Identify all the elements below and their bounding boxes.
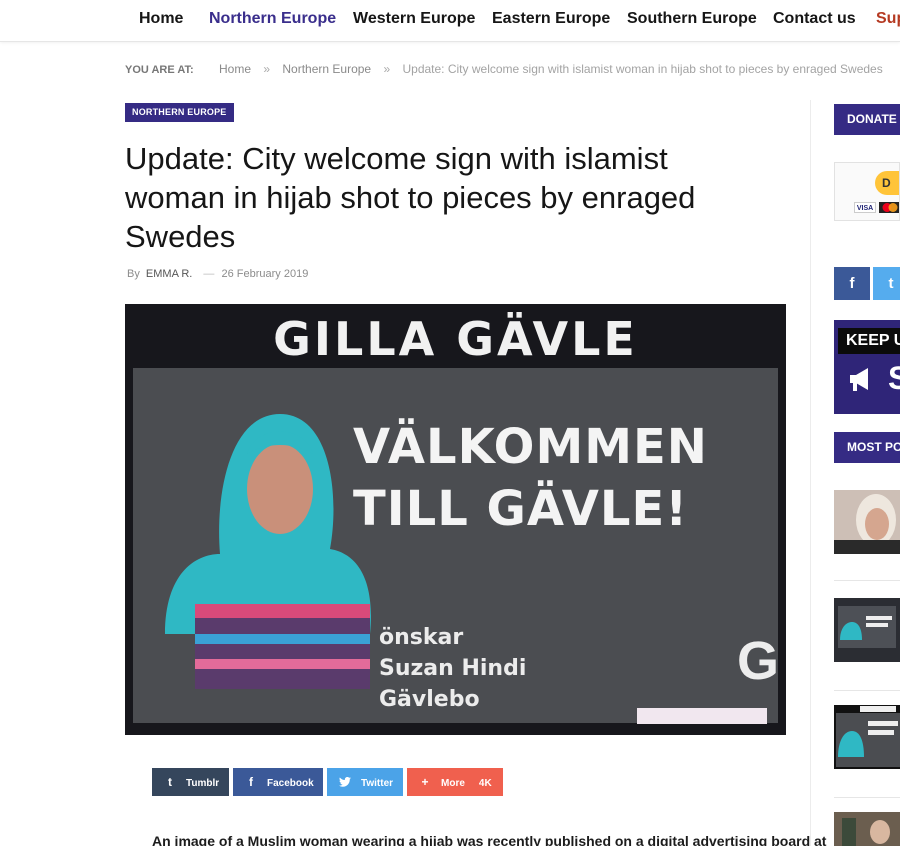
gavle-logo: G <box>737 631 780 691</box>
facebook-icon: f <box>849 275 855 292</box>
meta-dash: — <box>203 268 215 280</box>
breadcrumb: YOU ARE AT: Home » Northern Europe » Upd… <box>125 62 883 76</box>
paypal-donate-button[interactable]: D <box>875 171 899 195</box>
billboard-subtext: önskar Suzan Hindi Gävlebo <box>379 622 526 715</box>
billboard-sub-line2: Suzan Hindi <box>379 656 527 681</box>
paypal-widget: D VISA <box>834 162 900 221</box>
twitter-icon: t <box>888 275 894 292</box>
breadcrumb-home[interactable]: Home <box>219 62 251 76</box>
share-count: 4K <box>478 778 492 789</box>
breadcrumb-separator: » <box>383 62 391 76</box>
breadcrumb-separator: » <box>263 62 271 76</box>
tumblr-icon: t <box>168 775 172 789</box>
share-label: Facebook <box>267 778 314 789</box>
share-label: Twitter <box>361 778 394 789</box>
breadcrumb-label: YOU ARE AT: <box>125 64 194 76</box>
category-badge[interactable]: NORTHERN EUROPE <box>125 103 234 122</box>
facebook-follow-button[interactable]: f <box>834 267 870 300</box>
breadcrumb-current: Update: City welcome sign with islamist … <box>402 62 883 76</box>
meta-by: By <box>127 268 140 280</box>
share-more-button[interactable]: + More 4K <box>407 768 503 796</box>
photo-thumbnail-image <box>834 812 900 846</box>
share-label: Tumblr <box>186 778 220 789</box>
billboard-welcome-line1: VÄLKOMMEN <box>353 419 708 475</box>
share-tumblr-button[interactable]: t Tumblr <box>152 768 229 796</box>
most-popular-header: MOST PO <box>834 432 900 463</box>
billboard-thumbnail-image <box>834 598 900 662</box>
popular-post-thumbnail[interactable] <box>834 812 900 846</box>
billboard-sub-line3: Gävlebo <box>379 687 480 712</box>
facebook-icon: f <box>249 775 253 789</box>
visa-icon: VISA <box>854 202 876 213</box>
share-label: More <box>441 778 465 789</box>
plus-icon: + <box>421 775 429 789</box>
mastercard-icon <box>879 202 899 213</box>
nav-item-contact-us[interactable]: Contact us <box>773 10 856 28</box>
keep-us-text: KEEP U <box>838 328 900 354</box>
divider <box>834 580 900 581</box>
post-meta: By EMMA R. — 26 February 2019 <box>127 268 308 280</box>
nav-item-support[interactable]: Sup <box>876 10 900 28</box>
nav-item-home[interactable]: Home <box>139 10 183 28</box>
sidebar-divider <box>810 100 811 846</box>
popular-post-thumbnail[interactable] <box>834 598 900 662</box>
twitter-follow-button[interactable]: t <box>873 267 900 300</box>
page-title: Update: City welcome sign with islamist … <box>125 141 696 254</box>
megaphone-icon <box>848 366 878 399</box>
post-date: 26 February 2019 <box>221 268 309 280</box>
nav-item-eastern-europe[interactable]: Eastern Europe <box>492 10 610 28</box>
top-navigation: Home Northern Europe Western Europe East… <box>0 0 900 42</box>
author-link[interactable]: EMMA R. <box>146 268 192 280</box>
popular-post-thumbnail[interactable] <box>834 705 900 769</box>
portrait-image <box>834 490 900 554</box>
nav-item-western-europe[interactable]: Western Europe <box>353 10 475 28</box>
article-body-text: An image of a Muslim woman wearing a hij… <box>152 833 827 846</box>
popular-post-thumbnail[interactable] <box>834 490 900 554</box>
share-facebook-button[interactable]: f Facebook <box>233 768 323 796</box>
breadcrumb-northern-europe[interactable]: Northern Europe <box>282 62 371 76</box>
share-twitter-button[interactable]: Twitter <box>327 768 403 796</box>
keep-us-banner[interactable]: KEEP U S <box>834 320 900 414</box>
nav-item-southern-europe[interactable]: Southern Europe <box>627 10 757 28</box>
billboard-thumbnail-image <box>834 705 900 769</box>
keep-us-big-letter: S <box>888 360 900 396</box>
twitter-icon <box>337 768 353 796</box>
featured-image: GILLA GÄVLE VÄLKOMMEN TILL GÄVLE! önskar… <box>125 304 786 735</box>
billboard-welcome: VÄLKOMMEN TILL GÄVLE! <box>353 416 708 540</box>
billboard-sub-line1: önskar <box>379 625 464 650</box>
divider <box>834 797 900 798</box>
divider <box>834 690 900 691</box>
billboard-welcome-line2: TILL GÄVLE! <box>353 481 689 537</box>
nav-item-northern-europe[interactable]: Northern Europe <box>209 10 336 28</box>
donate-header: DONATE <box>834 104 900 135</box>
